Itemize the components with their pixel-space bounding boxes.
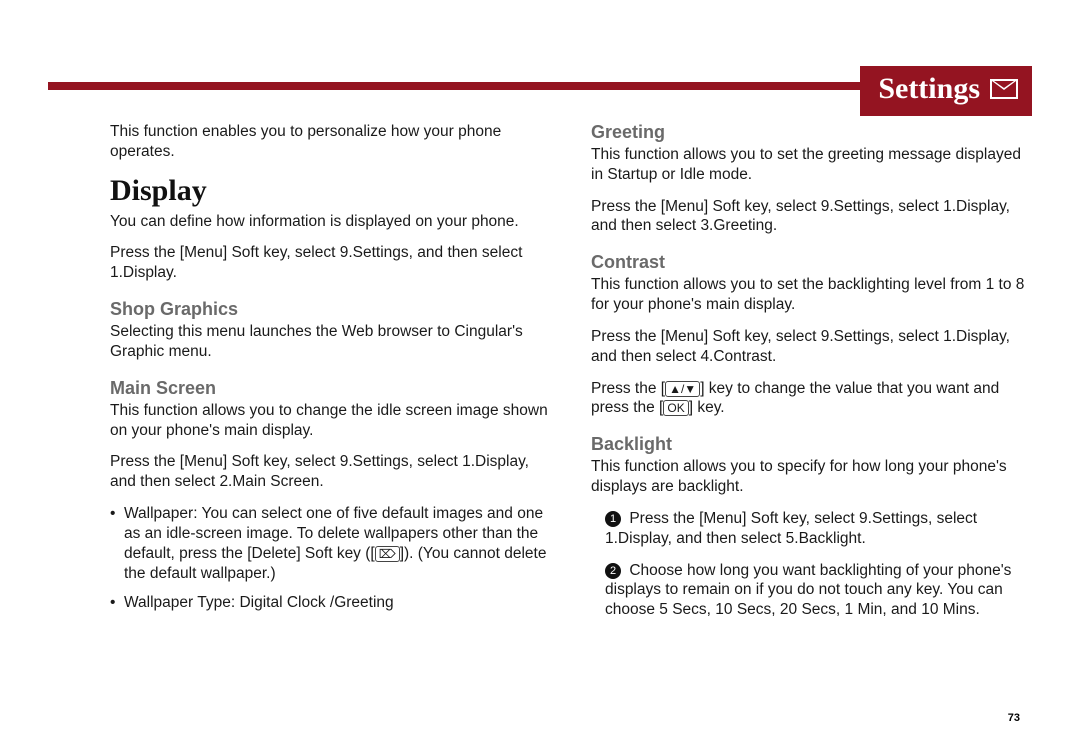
contrast-heading: Contrast xyxy=(591,252,1032,273)
contrast-p1: This function allows you to set the back… xyxy=(591,275,1032,315)
main-screen-bullets: •Wallpaper: You can select one of five d… xyxy=(110,504,551,613)
ok-key-icon: OK xyxy=(663,400,688,416)
intro-text: This function enables you to personalize… xyxy=(110,122,551,162)
display-heading: Display xyxy=(110,174,551,208)
list-item: •Wallpaper Type: Digital Clock /Greeting xyxy=(124,593,551,613)
step-number-icon: 2 xyxy=(605,563,621,579)
manual-page: Settings This function enables you to pe… xyxy=(0,0,1080,752)
updown-key-icon: ▲/▼ xyxy=(665,381,700,397)
backlight-p1: This function allows you to specify for … xyxy=(591,457,1032,497)
contrast-p2: Press the [Menu] Soft key, select 9.Sett… xyxy=(591,327,1032,367)
display-p1: You can define how information is displa… xyxy=(110,212,551,232)
step-number-icon: 1 xyxy=(605,511,621,527)
backlight-step-2: 2 Choose how long you want backlighting … xyxy=(605,561,1032,620)
content-area: This function enables you to personalize… xyxy=(110,122,1032,716)
main-screen-p1: This function allows you to change the i… xyxy=(110,401,551,441)
greeting-p2: Press the [Menu] Soft key, select 9.Sett… xyxy=(591,197,1032,237)
contrast-p3: Press the [▲/▼] key to change the value … xyxy=(591,379,1032,419)
shop-graphics-p1: Selecting this menu launches the Web bro… xyxy=(110,322,551,362)
page-number: 73 xyxy=(1008,712,1020,724)
envelope-icon xyxy=(990,79,1018,99)
greeting-heading: Greeting xyxy=(591,122,1032,143)
backlight-step-1: 1 Press the [Menu] Soft key, select 9.Se… xyxy=(605,509,1032,549)
display-p2: Press the [Menu] Soft key, select 9.Sett… xyxy=(110,243,551,283)
main-screen-heading: Main Screen xyxy=(110,378,551,399)
main-screen-p2: Press the [Menu] Soft key, select 9.Sett… xyxy=(110,452,551,492)
header-tab: Settings xyxy=(860,66,1032,116)
right-column: Greeting This function allows you to set… xyxy=(591,122,1032,716)
backlight-steps: 1 Press the [Menu] Soft key, select 9.Se… xyxy=(591,509,1032,620)
greeting-p1: This function allows you to set the gree… xyxy=(591,145,1032,185)
backlight-heading: Backlight xyxy=(591,434,1032,455)
left-column: This function enables you to personalize… xyxy=(110,122,551,716)
delete-key-icon: ⌦ xyxy=(375,546,400,562)
header-title: Settings xyxy=(878,72,980,106)
list-item: •Wallpaper: You can select one of five d… xyxy=(124,504,551,583)
shop-graphics-heading: Shop Graphics xyxy=(110,299,551,320)
